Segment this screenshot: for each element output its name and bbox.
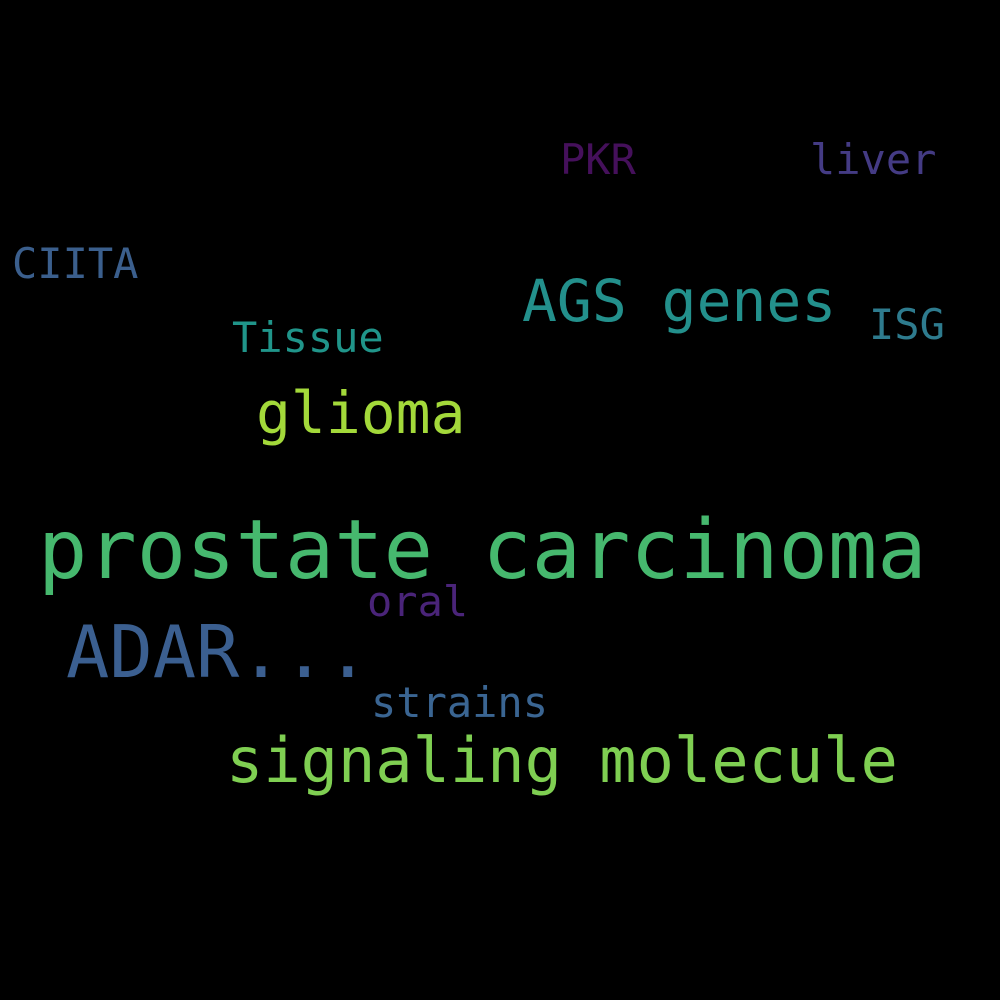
word-ciita: CIITA — [12, 239, 139, 288]
word-pkr: PKR — [560, 135, 636, 184]
word-glioma: glioma — [256, 379, 466, 447]
word-adar: ADAR... — [66, 610, 370, 694]
word-prostate-carcinoma: prostate carcinoma — [38, 503, 927, 598]
word-tissue: Tissue — [232, 313, 384, 362]
word-ags-genes: AGS genes — [522, 267, 837, 335]
word-liver: liver — [810, 135, 937, 184]
word-cloud: prostate carcinoma ADAR... signaling mol… — [0, 0, 1000, 1000]
word-isg: ISG — [869, 300, 945, 349]
word-strains: strains — [371, 678, 549, 727]
word-signaling-molecule: signaling molecule — [226, 724, 898, 797]
word-oral: oral — [367, 577, 469, 626]
